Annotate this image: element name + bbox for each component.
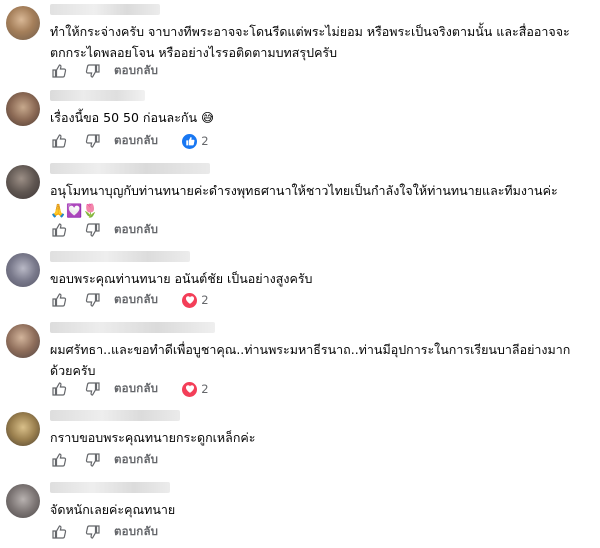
comment-actions: ตอบกลับ — [50, 451, 158, 469]
comment-text: กราบขอบพระคุณทนายกระดูกเหล็กค่ะ — [50, 427, 590, 448]
thumbs-down-icon[interactable] — [84, 62, 102, 80]
reaction-summary[interactable]: 2 — [182, 133, 209, 149]
reply-button[interactable]: ตอบกลับ — [114, 221, 158, 239]
comment-line: ขอบพระคุณท่านทนาย อนันต์ชัย เป็นอย่างสูง… — [50, 271, 313, 286]
thumbs-up-icon[interactable] — [50, 451, 68, 469]
thumbs-up-icon[interactable] — [50, 380, 68, 398]
heart-reaction-icon — [182, 381, 198, 397]
thumbs-up-icon[interactable] — [50, 291, 68, 309]
comment-actions: ตอบกลับ 2 — [50, 291, 209, 309]
comment-line: อนุโมทนาบุญกับท่านทนายค่ะดำรงพุทธศานาให้… — [50, 183, 558, 198]
avatar[interactable] — [6, 412, 40, 446]
avatar[interactable] — [6, 6, 40, 40]
comment-actions: ตอบกลับ — [50, 523, 158, 541]
avatar[interactable] — [6, 484, 40, 518]
emoji-line: 🙏💟🌷 — [50, 204, 99, 219]
comment-line: กราบขอบพระคุณทนายกระดูกเหล็กค่ะ — [50, 430, 256, 445]
comment-text: ผมศรัทธา..และขอทำดีเพื่อบูชาคุณ..ท่านพระ… — [50, 339, 590, 381]
comment-text: จัดหนักเลยค่ะคุณทนาย — [50, 499, 590, 520]
author-name-blurred[interactable] — [50, 4, 160, 15]
thumbs-down-icon[interactable] — [84, 132, 102, 150]
reaction-count: 2 — [201, 293, 209, 307]
author-name-blurred[interactable] — [50, 90, 145, 101]
author-name-blurred[interactable] — [50, 322, 215, 333]
thumbs-down-icon[interactable] — [84, 451, 102, 469]
reply-button[interactable]: ตอบกลับ — [114, 380, 158, 398]
avatar[interactable] — [6, 165, 40, 199]
thumbs-up-icon[interactable] — [50, 132, 68, 150]
thumbs-down-icon[interactable] — [84, 291, 102, 309]
reply-button[interactable]: ตอบกลับ — [114, 451, 158, 469]
author-name-blurred[interactable] — [50, 251, 190, 262]
avatar[interactable] — [6, 324, 40, 358]
reaction-summary[interactable]: 2 — [182, 292, 209, 308]
comment-actions: ตอบกลับ 2 — [50, 380, 209, 398]
avatar[interactable] — [6, 92, 40, 126]
thumbs-up-icon[interactable] — [50, 523, 68, 541]
comment-list: ทำให้กระจ่างครับ จาบางทีพระอาจจะโดนรีดแต… — [0, 0, 600, 548]
reaction-count: 2 — [201, 134, 209, 148]
reply-button[interactable]: ตอบกลับ — [114, 62, 158, 80]
comment-actions: ตอบกลับ — [50, 62, 158, 80]
comment-line: เรื่องนี้ขอ 50 50 ก่อนละกัน 😅 — [50, 110, 215, 125]
comment-line: จัดหนักเลยค่ะคุณทนาย — [50, 502, 176, 517]
comment-text: อนุโมทนาบุญกับท่านทนายค่ะดำรงพุทธศานาให้… — [50, 180, 590, 222]
thumbs-up-icon[interactable] — [50, 221, 68, 239]
thumbs-down-icon[interactable] — [84, 221, 102, 239]
reaction-count: 2 — [201, 382, 209, 396]
like-reaction-icon — [182, 133, 198, 149]
comment-line: ด้วยครับ — [50, 363, 96, 378]
comment-actions: ตอบกลับ — [50, 221, 158, 239]
avatar[interactable] — [6, 253, 40, 287]
reaction-summary[interactable]: 2 — [182, 381, 209, 397]
author-name-blurred[interactable] — [50, 482, 170, 493]
comment-line: ผมศรัทธา..และขอทำดีเพื่อบูชาคุณ..ท่านพระ… — [50, 342, 571, 357]
comment-actions: ตอบกลับ 2 — [50, 132, 209, 150]
comment-line: ตกกระไดพลอยโจน หรืออย่างไรรอติดตามบทสรุป… — [50, 45, 338, 60]
heart-reaction-icon — [182, 292, 198, 308]
reply-button[interactable]: ตอบกลับ — [114, 523, 158, 541]
thumbs-down-icon[interactable] — [84, 523, 102, 541]
reply-button[interactable]: ตอบกลับ — [114, 132, 158, 150]
thumbs-up-icon[interactable] — [50, 62, 68, 80]
author-name-blurred[interactable] — [50, 410, 180, 421]
comment-text: ขอบพระคุณท่านทนาย อนันต์ชัย เป็นอย่างสูง… — [50, 268, 590, 289]
reply-button[interactable]: ตอบกลับ — [114, 291, 158, 309]
comment-text: เรื่องนี้ขอ 50 50 ก่อนละกัน 😅 — [50, 107, 590, 128]
author-name-blurred[interactable] — [50, 163, 210, 174]
comment-text: ทำให้กระจ่างครับ จาบางทีพระอาจจะโดนรีดแต… — [50, 21, 590, 63]
comment-line: ทำให้กระจ่างครับ จาบางทีพระอาจจะโดนรีดแต… — [50, 24, 570, 39]
thumbs-down-icon[interactable] — [84, 380, 102, 398]
